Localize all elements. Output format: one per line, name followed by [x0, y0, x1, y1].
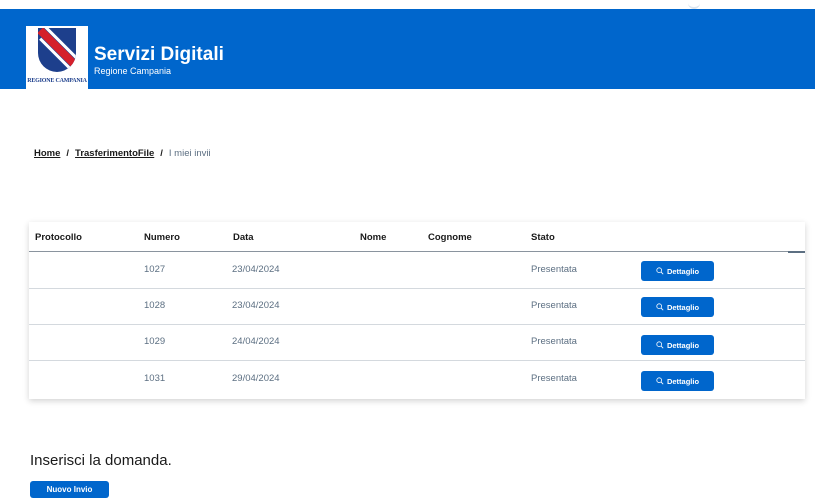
dettaglio-label: Dettaglio — [666, 302, 700, 312]
search-icon — [656, 377, 664, 385]
column-header-numero[interactable]: Numero — [144, 232, 180, 243]
cell-data: 24/04/2024 — [232, 336, 280, 347]
dettaglio-button[interactable]: Dettaglio — [641, 297, 714, 317]
nuovo-invio-button[interactable]: Nuovo Invio — [30, 481, 109, 498]
section-title: Inserisci la domanda. — [30, 452, 172, 469]
breadcrumb-separator: / — [66, 148, 70, 159]
column-header-nome[interactable]: Nome — [360, 232, 386, 243]
cell-numero: 1028 — [144, 300, 166, 311]
table-row: 1027 23/04/2024 Presentata Dettaglio — [29, 253, 805, 289]
column-header-cognome[interactable]: Cognome — [428, 232, 472, 243]
dettaglio-label: Dettaglio — [666, 340, 700, 350]
top-header: REGIONE CAMPANIA Servizi Digitali Region… — [0, 9, 815, 90]
cell-stato: Presentata — [531, 264, 577, 275]
dettaglio-label: Dettaglio — [666, 266, 700, 276]
search-icon — [656, 341, 664, 349]
cell-data: 23/04/2024 — [232, 264, 280, 275]
breadcrumb: Home / TrasferimentoFile / I miei invii — [34, 148, 211, 159]
breadcrumb-trasferimentofile-link[interactable]: TrasferimentoFile — [75, 148, 154, 159]
regione-campania-logo[interactable]: REGIONE CAMPANIA — [26, 26, 88, 90]
logo-caption: REGIONE CAMPANIA — [27, 78, 87, 84]
column-header-protocollo[interactable]: Protocollo — [35, 232, 82, 243]
site-subtitle: Regione Campania — [94, 66, 172, 76]
search-icon — [656, 303, 664, 311]
search-icon — [656, 267, 664, 275]
table-header: Protocollo Numero Data Nome Cognome Stat… — [29, 222, 805, 252]
cell-data: 29/04/2024 — [232, 373, 280, 384]
dettaglio-label: Dettaglio — [666, 376, 700, 386]
cell-stato: Presentata — [531, 336, 577, 347]
coat-of-arms-icon — [38, 28, 76, 72]
cell-stato: Presentata — [531, 300, 577, 311]
cell-data: 23/04/2024 — [232, 300, 280, 311]
breadcrumb-current: I miei invii — [168, 148, 211, 159]
cell-numero: 1031 — [144, 373, 166, 384]
table-row: 1029 24/04/2024 Presentata Dettaglio — [29, 325, 805, 361]
cell-numero: 1029 — [144, 336, 166, 347]
dettaglio-button[interactable]: Dettaglio — [641, 371, 714, 391]
site-title[interactable]: Servizi Digitali — [94, 44, 224, 66]
cell-numero: 1027 — [144, 264, 166, 275]
column-header-data[interactable]: Data — [233, 232, 254, 243]
breadcrumb-home-link[interactable]: Home — [34, 148, 60, 159]
table-row: 1028 23/04/2024 Presentata Dettaglio — [29, 289, 805, 325]
dettaglio-button[interactable]: Dettaglio — [641, 335, 714, 355]
submissions-table: Protocollo Numero Data Nome Cognome Stat… — [29, 222, 805, 399]
column-header-stato[interactable]: Stato — [531, 232, 555, 243]
table-row: 1031 29/04/2024 Presentata Dettaglio — [29, 362, 805, 398]
header-decoration — [688, 0, 700, 9]
cell-stato: Presentata — [531, 373, 577, 384]
dettaglio-button[interactable]: Dettaglio — [641, 261, 714, 281]
breadcrumb-separator: / — [160, 148, 163, 159]
